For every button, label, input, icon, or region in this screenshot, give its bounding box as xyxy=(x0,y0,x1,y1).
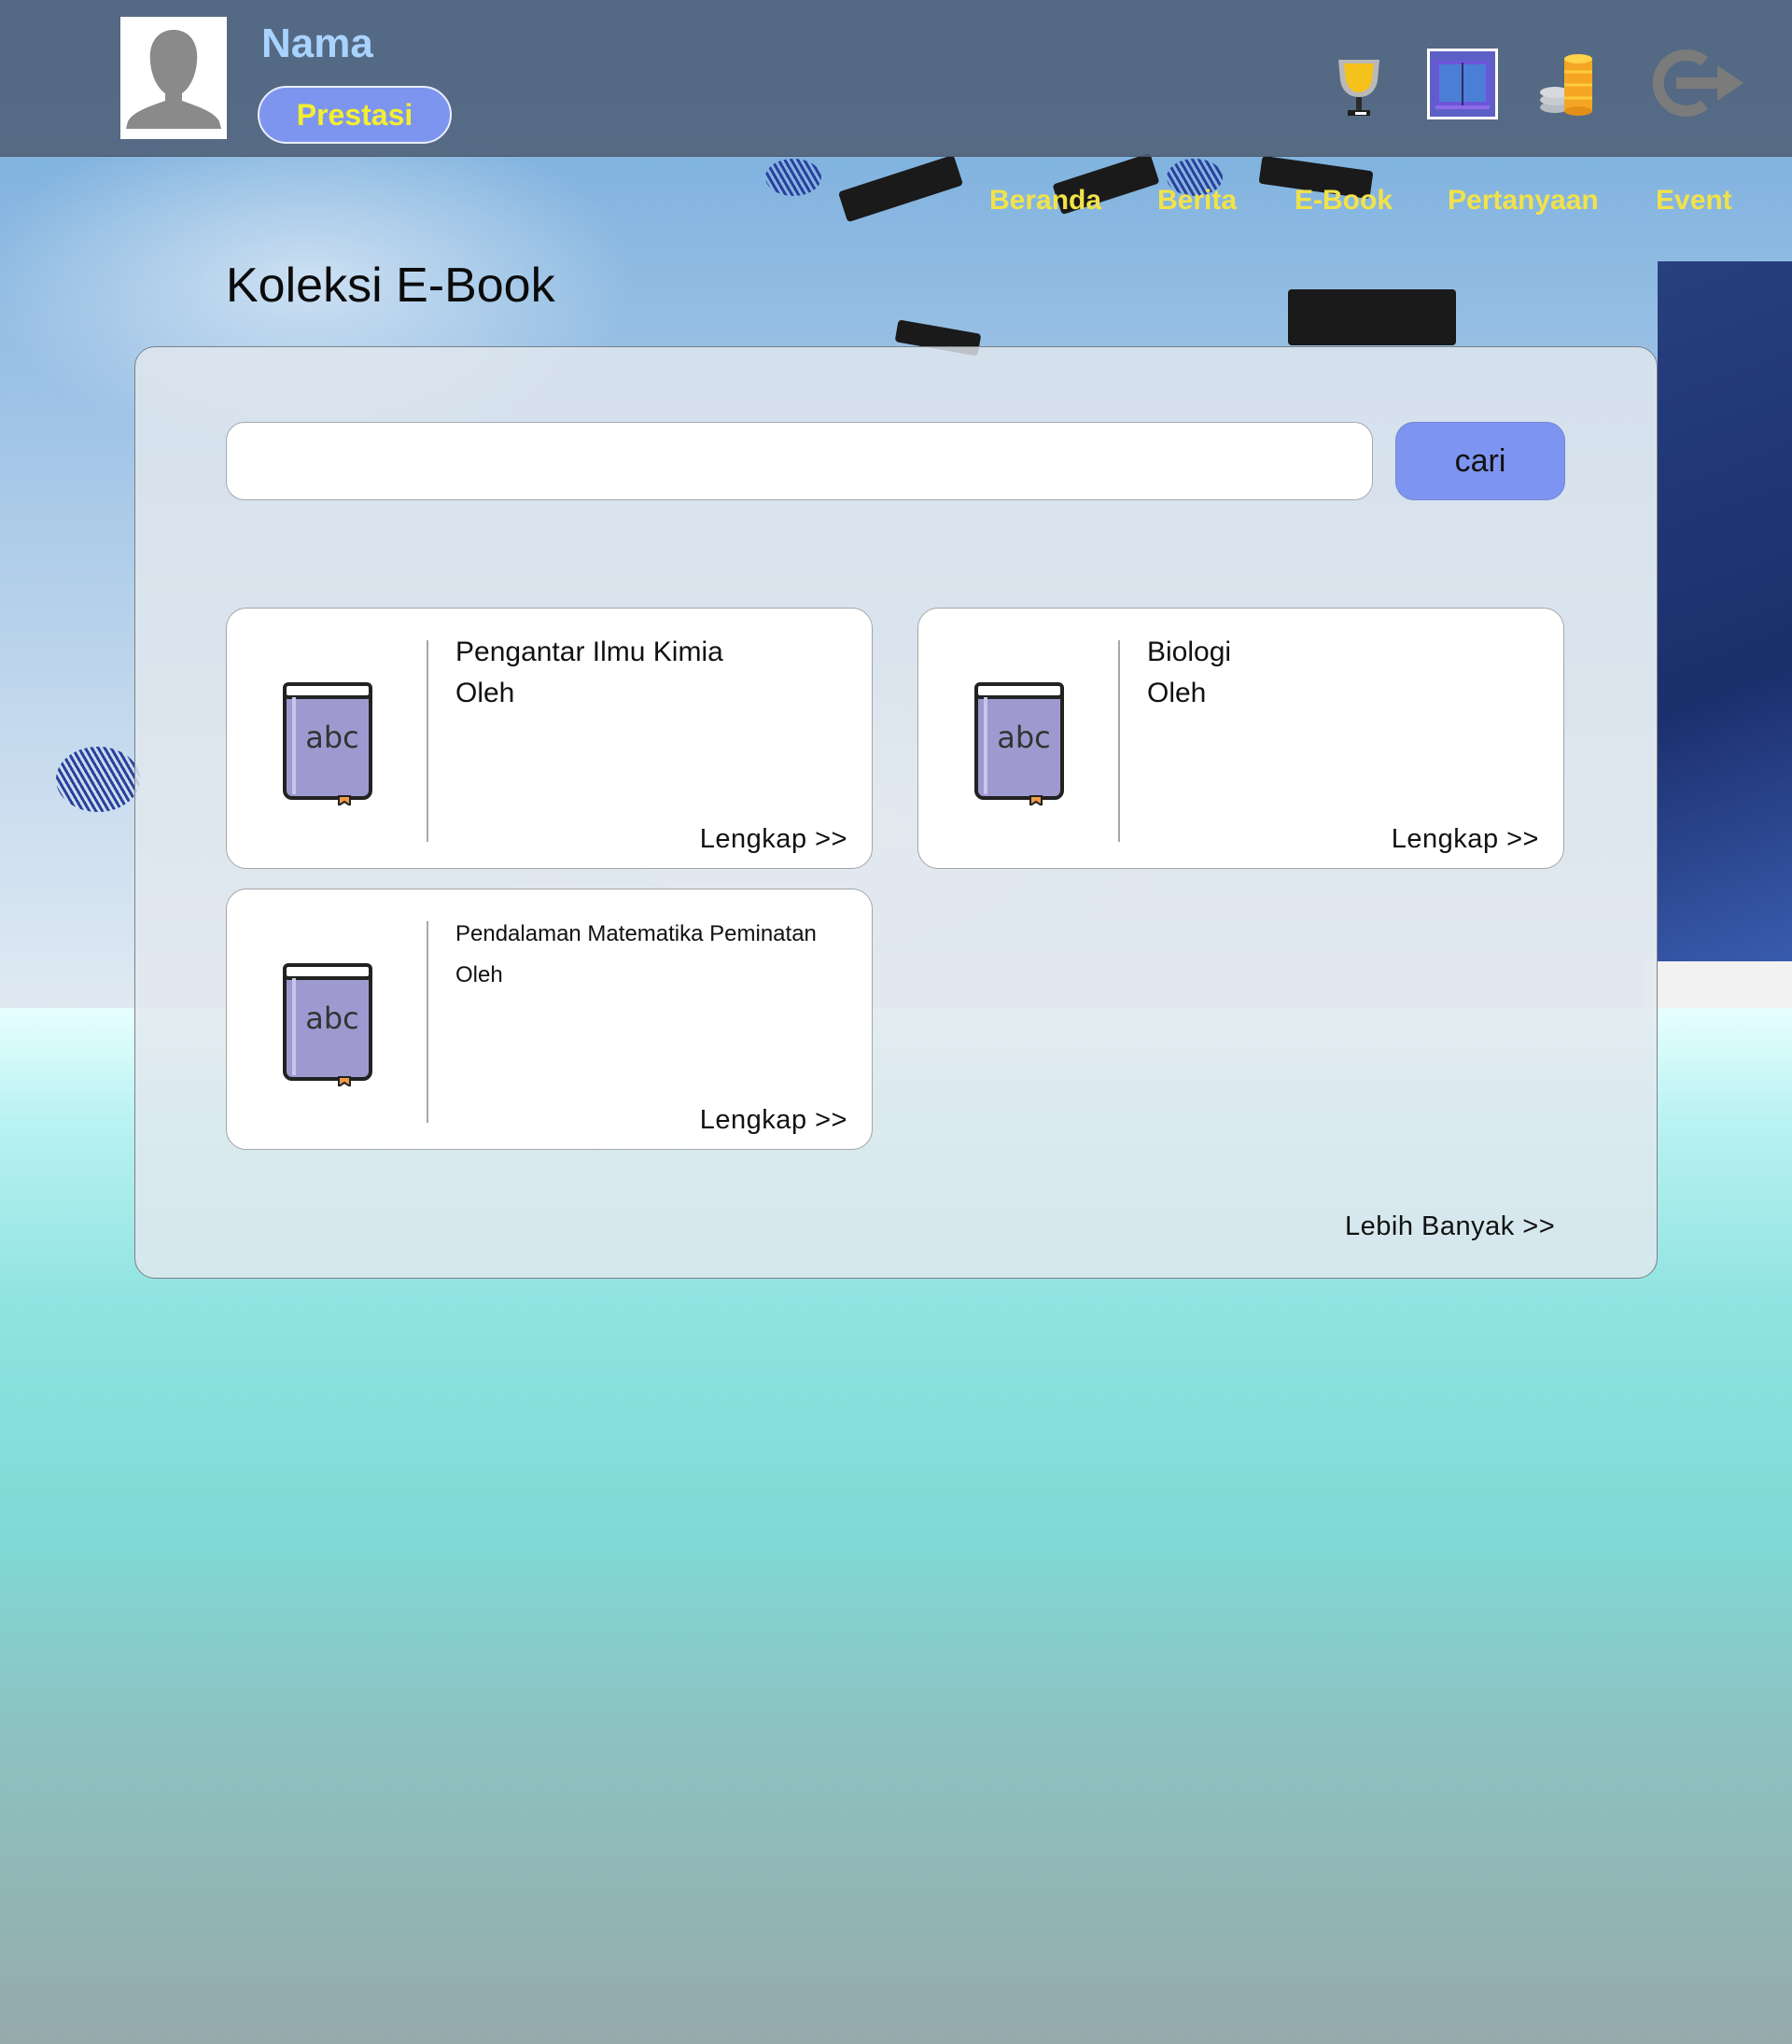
ebook-collection-panel: cari abc Pengantar Ilmu Kimia Oleh Lengk… xyxy=(134,346,1658,1279)
ebook-author-label: Oleh xyxy=(1147,678,1207,708)
nav-ebook[interactable]: E-Book xyxy=(1295,185,1393,230)
nav-berita[interactable]: Berita xyxy=(1157,185,1237,230)
card-divider xyxy=(1118,640,1120,842)
ebook-detail-link[interactable]: Lengkap >> xyxy=(700,824,847,855)
ebook-title: Pendalaman Matematika Peminatan xyxy=(455,921,817,946)
user-silhouette-icon xyxy=(120,17,227,139)
ebook-title: Pengantar Ilmu Kimia xyxy=(455,637,723,667)
ebook-card[interactable]: abc Pendalaman Matematika Peminatan Oleh… xyxy=(226,889,873,1150)
ebook-title: Biologi xyxy=(1147,637,1232,667)
book-icon: abc xyxy=(283,682,372,805)
svg-text:abc: abc xyxy=(305,720,359,755)
top-bar: Nama Prestasi xyxy=(0,0,1792,157)
more-ebooks-link[interactable]: Lebih Banyak >> xyxy=(1345,1211,1555,1242)
ebook-author-label: Oleh xyxy=(455,678,515,708)
nav-beranda[interactable]: Beranda xyxy=(989,185,1101,230)
nav-pertanyaan[interactable]: Pertanyaan xyxy=(1448,185,1599,230)
nav-event[interactable]: Event xyxy=(1656,185,1732,230)
svg-text:abc: abc xyxy=(305,1001,359,1036)
book-icon: abc xyxy=(974,682,1064,805)
card-divider xyxy=(427,640,428,842)
ebook-card[interactable]: abc Pengantar Ilmu Kimia Oleh Lengkap >> xyxy=(226,608,873,869)
open-book-icon[interactable] xyxy=(1427,49,1498,119)
ebook-card[interactable]: abc Biologi Oleh Lengkap >> xyxy=(917,608,1564,869)
page: Nama Prestasi Beranda Berita E-Book Pert… xyxy=(0,0,1792,2044)
page-title: Koleksi E-Book xyxy=(226,259,555,313)
prestasi-button[interactable]: Prestasi xyxy=(258,86,452,144)
logout-icon[interactable] xyxy=(1648,49,1745,118)
search-button[interactable]: cari xyxy=(1395,422,1565,500)
ebook-detail-link[interactable]: Lengkap >> xyxy=(700,1105,847,1136)
user-avatar[interactable] xyxy=(120,17,227,139)
ebook-detail-link[interactable]: Lengkap >> xyxy=(1392,824,1539,855)
username: Nama xyxy=(261,21,373,66)
coins-icon[interactable] xyxy=(1538,53,1596,119)
card-divider xyxy=(427,921,428,1123)
ebook-author-label: Oleh xyxy=(455,962,503,987)
book-icon: abc xyxy=(283,963,372,1086)
search-input[interactable] xyxy=(226,422,1373,500)
svg-text:abc: abc xyxy=(997,720,1051,755)
trophy-icon[interactable] xyxy=(1333,56,1385,121)
